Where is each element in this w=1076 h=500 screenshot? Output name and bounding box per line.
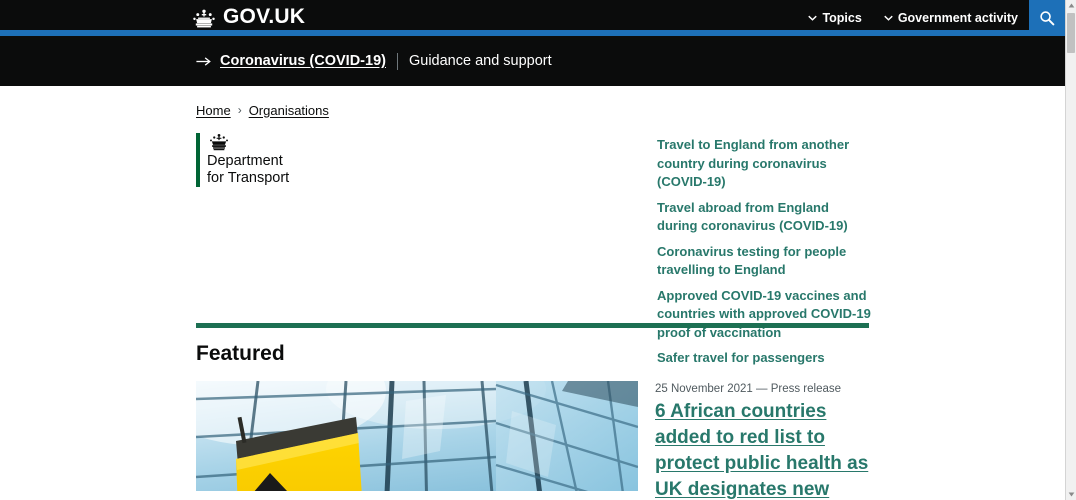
main-content: Home › Organisations Department for Tran…	[0, 86, 1065, 500]
featured-article-text: 25 November 2021 — Press release 6 Afric…	[655, 381, 870, 500]
coronavirus-banner-inner: Coronavirus (COVID-19) Guidance and supp…	[196, 36, 552, 86]
organisation-row: Department for Transport Travel to Engla…	[196, 133, 872, 365]
airport-terminal-photo	[196, 381, 638, 491]
featured-link-travel-to-england[interactable]: Travel to England from another country d…	[657, 137, 849, 189]
nav-item-government-activity[interactable]: Government activity	[873, 0, 1029, 36]
list-item: Travel to England from another country d…	[657, 136, 872, 192]
coronavirus-banner-subtitle: Guidance and support	[408, 53, 552, 69]
organisation-name: Department for Transport	[207, 153, 456, 187]
breadcrumb-item-home[interactable]: Home	[196, 103, 231, 118]
featured-heading: Featured	[196, 342, 285, 365]
featured-link-coronavirus-testing[interactable]: Coronavirus testing for people travellin…	[657, 244, 846, 278]
breadcrumb-separator: ›	[237, 103, 242, 117]
featured-article: 25 November 2021 — Press release 6 Afric…	[196, 381, 869, 500]
caret-down-icon	[1068, 492, 1074, 497]
caret-up-icon	[1068, 3, 1074, 8]
scrollbar-thumb[interactable]	[1067, 13, 1075, 53]
featured-article-meta: 25 November 2021 — Press release	[655, 383, 842, 395]
browser-page: GOV.UK Topics Government activity Corona…	[0, 0, 1076, 500]
header-inner: GOV.UK Topics Government activity	[0, 0, 1065, 36]
royal-crest-icon	[210, 134, 228, 151]
header-navigation: Topics Government activity	[797, 0, 1065, 36]
nav-item-topics[interactable]: Topics	[797, 0, 872, 36]
govuk-logo-text: GOV.UK	[223, 5, 306, 28]
organisation-name-line2: for Transport	[207, 170, 290, 186]
list-item: Coronavirus testing for people travellin…	[657, 243, 872, 280]
featured-article-image[interactable]	[196, 381, 638, 491]
arrow-right-icon	[196, 56, 211, 66]
breadcrumb: Home › Organisations	[196, 100, 869, 120]
page-viewport: GOV.UK Topics Government activity Corona…	[0, 0, 1065, 500]
content-container: Home › Organisations Department for Tran…	[0, 100, 1065, 500]
govuk-logo-link[interactable]: GOV.UK	[191, 4, 305, 30]
govuk-header: GOV.UK Topics Government activity	[0, 0, 1065, 36]
browser-scrollbar[interactable]	[1065, 0, 1076, 500]
scrollbar-up-arrow[interactable]	[1066, 0, 1076, 11]
scrollbar-down-arrow[interactable]	[1066, 489, 1076, 500]
chevron-down-icon	[808, 15, 818, 21]
chevron-down-icon	[884, 15, 893, 21]
search-icon	[1040, 11, 1055, 26]
search-button[interactable]	[1029, 0, 1065, 36]
featured-link-travel-abroad[interactable]: Travel abroad from England during corona…	[657, 200, 848, 234]
coronavirus-banner-link[interactable]: Coronavirus (COVID-19)	[220, 53, 386, 69]
featured-article-title[interactable]: 6 African countries added to red list to…	[655, 401, 868, 500]
organisation-name-line1: Department	[207, 153, 283, 169]
coronavirus-banner: Coronavirus (COVID-19) Guidance and supp…	[0, 36, 1065, 86]
list-item: Travel abroad from England during corona…	[657, 199, 872, 236]
nav-item-topics-label: Topics	[822, 11, 862, 25]
breadcrumb-item-organisations[interactable]: Organisations	[249, 103, 329, 118]
nav-item-government-activity-label: Government activity	[897, 11, 1018, 25]
featured-section: Featured 25 November 2021 — Press releas…	[196, 323, 869, 500]
banner-divider	[396, 52, 398, 70]
featured-section-rule	[196, 323, 869, 328]
crown-icon	[193, 9, 215, 27]
organisation-logo[interactable]: Department for Transport	[196, 133, 456, 187]
